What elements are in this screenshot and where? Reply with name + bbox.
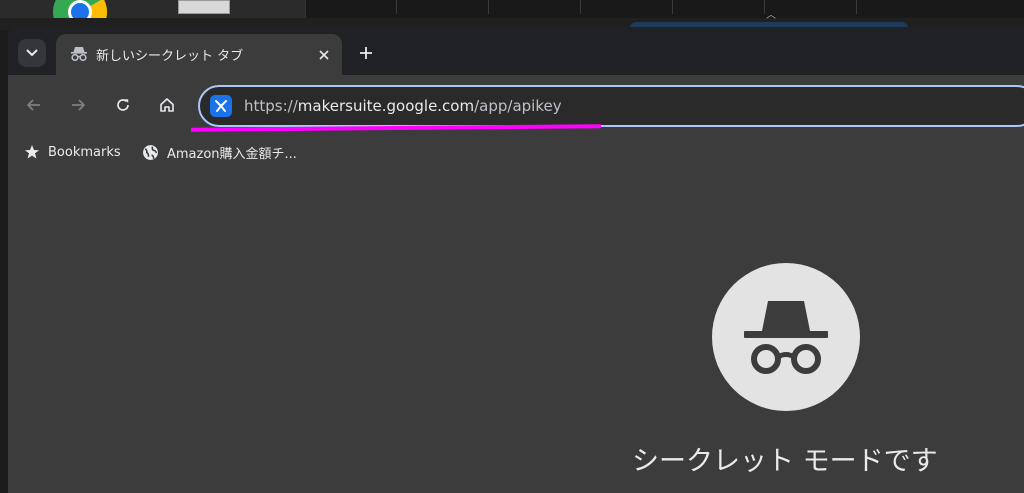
bookmark-label: Bookmarks — [48, 144, 121, 160]
forward-button[interactable] — [64, 91, 92, 119]
tab-close-button[interactable] — [314, 45, 334, 65]
arrow-left-icon — [26, 99, 40, 111]
tab-incognito[interactable]: 新しいシークレット タブ — [56, 34, 342, 75]
bookmarks-bar: Bookmarks Amazon購入金額チ... — [8, 135, 1024, 167]
chevron-down-icon — [26, 49, 38, 57]
home-icon — [160, 98, 174, 112]
tab-title: 新しいシークレット タブ — [96, 49, 244, 64]
incognito-heading: シークレット モードです — [632, 446, 938, 477]
tab-search-button[interactable] — [18, 39, 46, 67]
star-icon — [25, 145, 39, 159]
desktop-divider — [764, 0, 765, 14]
incognito-page: シークレット モードです — [8, 167, 1024, 493]
bookmark-amazon[interactable]: Amazon購入金額チ... — [142, 141, 297, 163]
arrow-right-icon — [72, 99, 86, 111]
desktop-right-panel — [305, 0, 1024, 18]
url-domain: makersuite.google.com — [297, 97, 475, 115]
ai-studio-icon — [210, 95, 232, 117]
desktop-divider — [580, 0, 581, 14]
desktop-left-panel — [0, 0, 305, 18]
incognito-icon — [70, 46, 88, 62]
close-icon — [319, 50, 329, 60]
incognito-icon — [712, 263, 860, 411]
desktop-divider — [488, 0, 489, 14]
back-button[interactable] — [20, 91, 48, 119]
url-text[interactable]: https://makersuite.google.com/app/apikey — [244, 97, 562, 115]
reload-button[interactable] — [109, 91, 137, 119]
home-button[interactable] — [153, 91, 181, 119]
chevron-up-icon: ︿ — [766, 10, 776, 21]
url-path: /app/apikey — [474, 97, 562, 115]
plus-icon — [360, 47, 372, 59]
desktop-divider — [396, 0, 397, 14]
new-tab-button[interactable] — [354, 41, 378, 65]
tab-strip: 新しいシークレット タブ — [8, 27, 1024, 75]
desktop-divider — [856, 0, 857, 14]
bookmarks-folder[interactable]: Bookmarks — [24, 141, 121, 163]
address-bar[interactable]: https://makersuite.google.com/app/apikey — [198, 85, 1024, 127]
bookmark-label: Amazon購入金額チ... — [167, 146, 297, 162]
url-protocol: https:// — [244, 97, 298, 115]
chrome-logo-icon[interactable] — [52, 0, 108, 18]
browser-window: 新しいシークレット タブ https://makersuite.google.c… — [8, 27, 1024, 493]
globe-icon — [143, 144, 158, 160]
desktop-divider — [672, 0, 673, 14]
reload-icon — [117, 99, 129, 111]
desktop-window-thumbnail[interactable] — [178, 0, 230, 14]
